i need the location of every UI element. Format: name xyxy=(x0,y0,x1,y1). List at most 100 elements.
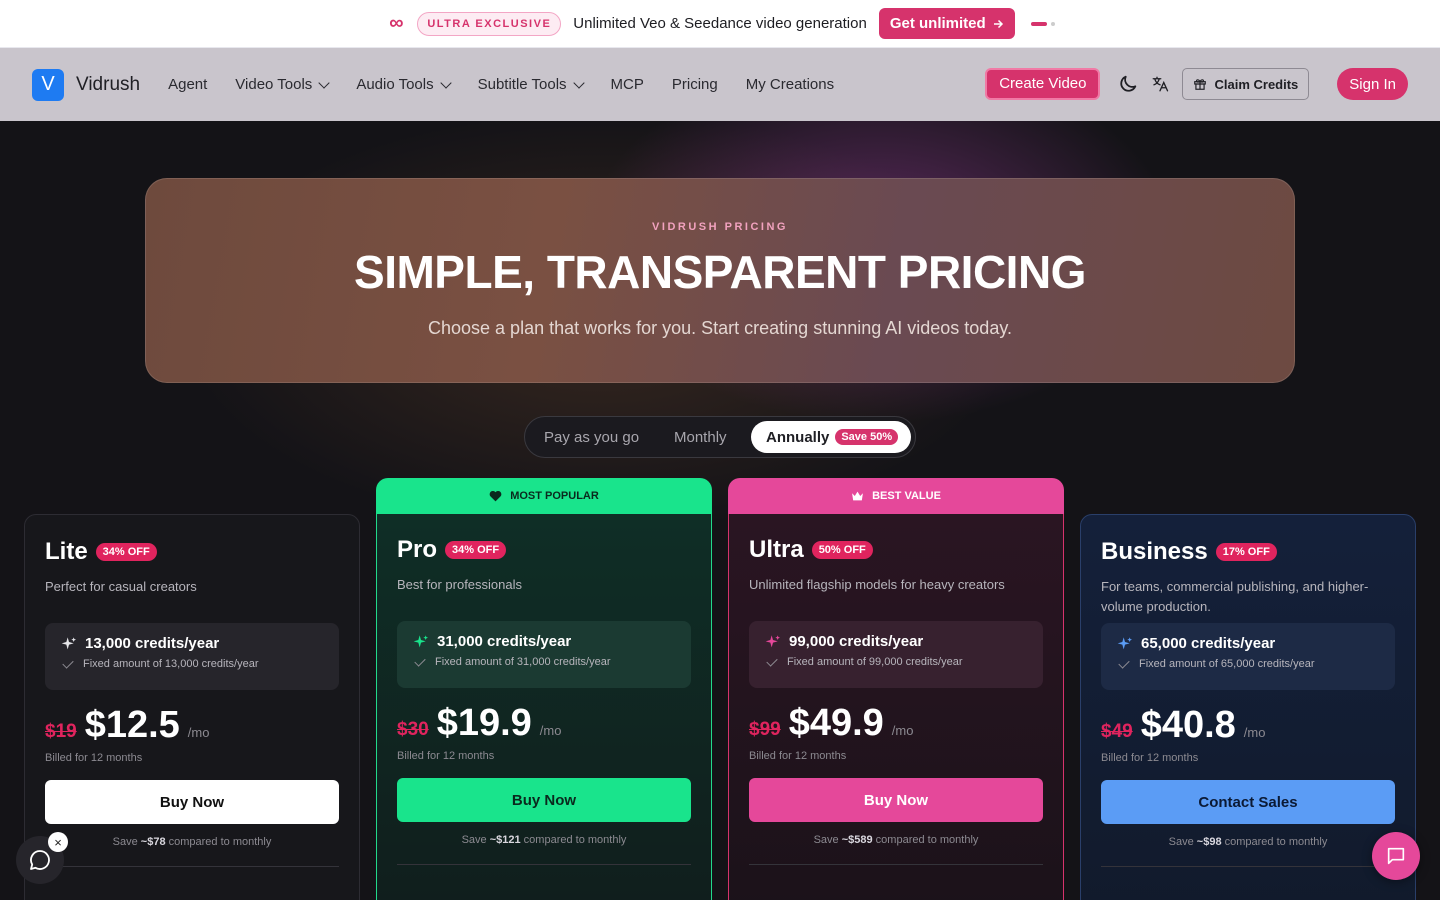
plan-card-ultra: Ultra 50% OFF Unlimited flagship models f… xyxy=(728,514,1064,900)
nav-agent[interactable]: Agent xyxy=(168,76,207,93)
billing-option-annually-label: Annually xyxy=(766,428,830,446)
nav-video-tools[interactable]: Video Tools xyxy=(235,76,330,93)
sparkle-icon xyxy=(413,634,428,647)
plan-name: Lite xyxy=(45,538,88,565)
brand-name[interactable]: Vidrush xyxy=(76,74,140,96)
carousel-dots[interactable] xyxy=(1030,21,1055,26)
support-chat-button[interactable] xyxy=(1372,832,1420,880)
billing-note: Billed for 12 months xyxy=(749,750,847,762)
divider xyxy=(749,864,1043,865)
hero-card: VIDRUSH PRICING SIMPLE, TRANSPARENT PRIC… xyxy=(145,178,1295,383)
sparkle-icon xyxy=(765,634,780,647)
sparkle-icon xyxy=(61,636,76,649)
current-price: $49.9 xyxy=(788,702,884,744)
credits-amount: 31,000 credits/year xyxy=(437,633,572,650)
sign-in-button[interactable]: Sign In xyxy=(1337,68,1408,100)
billing-option-monthly[interactable]: Monthly xyxy=(674,429,727,446)
check-icon xyxy=(62,657,74,669)
nav-subtitle-tools-label: Subtitle Tools xyxy=(477,76,567,93)
billing-note: Billed for 12 months xyxy=(397,750,495,762)
buy-now-button[interactable]: Buy Now xyxy=(397,778,691,822)
arrow-right-icon xyxy=(993,19,1003,28)
billing-option-pay-as-you-go[interactable]: Pay as you go xyxy=(544,429,639,446)
credits-amount: 99,000 credits/year xyxy=(789,633,924,650)
divider xyxy=(397,864,691,865)
get-unlimited-label: Get unlimited xyxy=(889,15,986,32)
nav-pricing[interactable]: Pricing xyxy=(672,76,718,93)
nav-my-creations-label: My Creations xyxy=(745,76,835,93)
buy-now-button[interactable]: Buy Now xyxy=(45,780,339,824)
price-period: /mo xyxy=(187,725,210,740)
nav-video-tools-label: Video Tools xyxy=(235,76,313,93)
discount-badge: 50% OFF xyxy=(811,541,873,559)
current-price: $12.5 xyxy=(84,704,180,746)
language-toggle[interactable] xyxy=(1144,68,1176,100)
credits-box: 13,000 credits/year Fixed amount of 13,0… xyxy=(45,623,339,690)
plan-card-lite: Lite 34% OFF Perfect for casual creators … xyxy=(24,514,360,900)
ultra-exclusive-badge: ULTRA EXCLUSIVE xyxy=(417,11,562,36)
billing-option-annually[interactable]: Annually Save 50% xyxy=(751,421,911,453)
page-title: SIMPLE, TRANSPARENT PRICING xyxy=(354,246,1086,298)
savings-note: Save ~$589 compared to monthly xyxy=(813,834,979,846)
chat-bubble-icon xyxy=(30,850,50,870)
plan-description: For teams, commercial publishing, and hi… xyxy=(1101,579,1369,614)
nav-mcp-label: MCP xyxy=(610,76,644,93)
plan-name: Ultra xyxy=(749,536,804,563)
credits-note: Fixed amount of 99,000 credits/year xyxy=(787,656,963,668)
plan-description: Perfect for casual creators xyxy=(45,579,197,594)
chevron-down-icon xyxy=(318,76,330,89)
best-value-ribbon: BEST VALUE xyxy=(728,478,1064,514)
check-icon xyxy=(414,655,426,667)
claim-credits-button[interactable]: Claim Credits xyxy=(1182,68,1310,100)
plan-description: Best for professionals xyxy=(397,577,523,592)
hero-eyebrow: VIDRUSH PRICING xyxy=(652,221,788,233)
plan-name: Business xyxy=(1101,538,1208,565)
check-icon xyxy=(1118,657,1130,669)
most-popular-label: MOST POPULAR xyxy=(510,490,599,502)
buy-now-button[interactable]: Buy Now xyxy=(749,778,1043,822)
vidrush-logo[interactable]: V xyxy=(32,68,64,101)
announcement-message: Unlimited Veo & Seedance video generatio… xyxy=(573,15,867,32)
plan-name: Pro xyxy=(397,536,438,563)
original-price: $19 xyxy=(45,721,77,742)
heart-icon xyxy=(489,490,502,502)
infinity-icon: ∞ xyxy=(389,12,404,34)
original-price: $30 xyxy=(397,719,429,740)
current-price: $19.9 xyxy=(436,702,532,744)
credits-box: 31,000 credits/year Fixed amount of 31,0… xyxy=(397,621,691,688)
nav-subtitle-tools[interactable]: Subtitle Tools xyxy=(477,76,585,93)
create-video-button[interactable]: Create Video xyxy=(985,68,1101,100)
plan-description: Unlimited flagship models for heavy crea… xyxy=(749,577,1005,592)
credits-amount: 65,000 credits/year xyxy=(1141,635,1276,652)
hero-subtitle: Choose a plan that works for you. Start … xyxy=(428,318,1012,338)
nav-audio-tools[interactable]: Audio Tools xyxy=(356,76,452,93)
nav-pricing-label: Pricing xyxy=(671,76,718,93)
announcement-bar: ∞ ULTRA EXCLUSIVE Unlimited Veo & Seedan… xyxy=(0,0,1440,48)
chevron-down-icon xyxy=(572,76,585,89)
contact-sales-button[interactable]: Contact Sales xyxy=(1101,780,1395,824)
nav-mcp[interactable]: MCP xyxy=(611,76,644,93)
sparkle-icon xyxy=(1117,636,1132,649)
nav-audio-tools-label: Audio Tools xyxy=(356,76,434,93)
close-icon[interactable]: × xyxy=(48,832,68,852)
check-icon xyxy=(766,655,778,667)
theme-toggle[interactable] xyxy=(1112,68,1144,100)
nav-my-creations[interactable]: My Creations xyxy=(746,76,834,93)
price-period: /mo xyxy=(539,723,562,738)
message-square-icon xyxy=(1387,847,1405,865)
discount-badge: 34% OFF xyxy=(95,543,157,561)
current-price: $40.8 xyxy=(1140,704,1236,746)
moon-icon xyxy=(1120,75,1137,92)
save-badge: Save 50% xyxy=(835,429,899,445)
top-navigation: V Vidrush Agent Video Tools Audio Tools … xyxy=(0,48,1440,121)
get-unlimited-button[interactable]: Get unlimited xyxy=(878,8,1015,39)
billing-toggle: Pay as you go Monthly Annually Save 50% xyxy=(524,416,916,458)
nav-actions: Create Video Claim Credits Sign In xyxy=(985,68,1408,100)
savings-note: Save ~$78 compared to monthly xyxy=(112,836,272,848)
discount-badge: 34% OFF xyxy=(445,541,507,559)
plan-card-pro: Pro 34% OFF Best for professionals 31,000… xyxy=(376,514,712,900)
original-price: $99 xyxy=(749,719,781,740)
most-popular-ribbon: MOST POPULAR xyxy=(376,478,712,514)
original-price: $49 xyxy=(1101,721,1133,742)
crown-icon xyxy=(852,491,863,501)
